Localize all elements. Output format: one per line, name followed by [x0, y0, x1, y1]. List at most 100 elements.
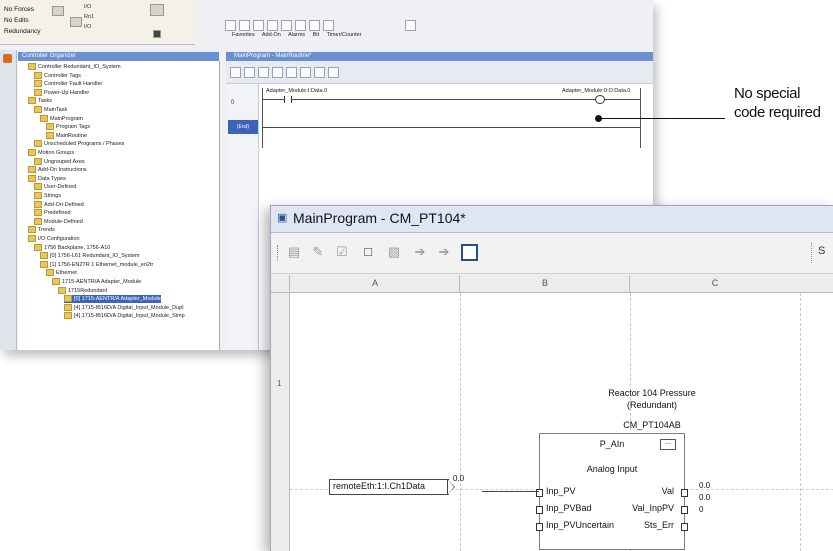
- block-tag[interactable]: CM_PT104AB: [552, 420, 752, 430]
- tree-item[interactable]: Strings: [34, 192, 61, 200]
- tree-item[interactable]: Tasks: [28, 97, 52, 105]
- tree-item[interactable]: 1715Redundant: [58, 286, 107, 295]
- block-description-line-1: Reactor 104 Pressure: [608, 388, 696, 398]
- tab-bit[interactable]: Bit: [313, 32, 319, 38]
- fbd-sheet-canvas[interactable]: Reactor 104 Pressure (Redundant) CM_PT10…: [290, 293, 833, 551]
- output-pin-sts-err[interactable]: Sts_Err: [644, 520, 674, 530]
- tree-item[interactable]: Program Tags: [46, 123, 90, 131]
- toolbar-button[interactable]: [314, 67, 325, 78]
- tree-item-label: Add-On Instructions: [38, 167, 87, 174]
- toolbar-button[interactable]: [295, 20, 306, 31]
- tree-item-label: Trends: [38, 227, 55, 234]
- window-title-bar[interactable]: ▣ MainProgram - CM_PT104*: [271, 206, 833, 233]
- contact-tag[interactable]: Adapter_Module:I:Data.0: [266, 88, 327, 94]
- toolbar-button[interactable]: [281, 20, 292, 31]
- p-ain-function-block[interactable]: P_AIn ... Analog Input Inp_PV Inp_PVBad …: [536, 433, 688, 550]
- verify-icon[interactable]: ☑: [333, 243, 351, 261]
- tree-item[interactable]: [4] 1715-IB16D/A Digital_Input_Module_Si…: [64, 312, 185, 320]
- tree-item[interactable]: Motion Groups: [28, 149, 74, 157]
- tree-item-label: Ethernet: [56, 270, 77, 277]
- toolbar-button[interactable]: [253, 20, 264, 31]
- properties-icon[interactable]: ▤: [285, 243, 303, 261]
- toolbar-button[interactable]: [267, 20, 278, 31]
- toolbar-button[interactable]: [239, 20, 250, 31]
- tree-item[interactable]: Ungrouped Axes: [34, 157, 85, 166]
- edit-icon[interactable]: ✎: [309, 243, 327, 261]
- toolbar-button[interactable]: [309, 20, 320, 31]
- rung-end-marker[interactable]: (End): [228, 120, 258, 134]
- toolbar-button[interactable]: [225, 20, 236, 31]
- tab-timer-counter[interactable]: Timer/Counter: [327, 32, 362, 38]
- tree-item[interactable]: Trends: [28, 226, 55, 234]
- toolbar-button[interactable]: [300, 67, 311, 78]
- rung-margin: 0 (End): [226, 84, 259, 350]
- tab-add-on[interactable]: Add-On: [262, 32, 281, 38]
- tree-item-label: MainProgram: [50, 115, 84, 122]
- tree-item[interactable]: 1756 Backplane, 1756-A10: [34, 243, 110, 252]
- tree-item[interactable]: Add-On Instructions: [28, 166, 87, 174]
- tree-item[interactable]: Controller Fault Handler: [34, 80, 102, 88]
- tree-item[interactable]: User-Defined: [34, 183, 76, 191]
- tree-item[interactable]: Power-Up Handler: [34, 88, 89, 97]
- tree-item[interactable]: MainRoutine: [46, 131, 87, 140]
- ote-coil[interactable]: [595, 95, 605, 104]
- tree-item[interactable]: Controller Tags: [34, 71, 81, 80]
- toolbar-button[interactable]: [230, 67, 241, 78]
- toolbar-grip[interactable]: [277, 245, 280, 261]
- tree-item[interactable]: Module-Defined: [34, 217, 83, 226]
- tree-item[interactable]: [0] 1756-L61 Redundant_IO_System: [40, 252, 140, 260]
- input-reference-value: 0.0: [453, 474, 465, 483]
- folder-icon: [34, 80, 42, 88]
- input-reference-tag[interactable]: remoteEth:1:I.Ch1Data: [333, 481, 425, 491]
- tree-item-label: I/O Configuration: [38, 235, 80, 242]
- new-sheet-icon[interactable]: □: [359, 243, 377, 261]
- output-pin-val-inppv[interactable]: Val_InpPV: [632, 503, 674, 513]
- keyswitch-icon: [150, 4, 164, 16]
- tree-item[interactable]: [4] 1715-IB16D/A Digital_Input_Module_Du…: [64, 303, 183, 312]
- tree-item[interactable]: Unscheduled Programs / Phases: [34, 140, 124, 148]
- toolbar-button[interactable]: [323, 20, 334, 31]
- output-pin-val[interactable]: Val: [662, 486, 674, 496]
- input-pin-marker[interactable]: [536, 523, 543, 531]
- output-pin-marker[interactable]: [681, 506, 688, 514]
- input-pin-inp-pv[interactable]: Inp_PV: [546, 486, 576, 496]
- tab-alarms[interactable]: Alarms: [288, 32, 305, 38]
- toolbar-button[interactable]: [258, 67, 269, 78]
- input-pin-marker[interactable]: [536, 506, 543, 514]
- tree-item[interactable]: 1715-AENTR/A Adapter_Module: [52, 278, 141, 286]
- coil-tag[interactable]: Adapter_Module:0:O:Data.0: [562, 88, 631, 94]
- status-no-edits: No Edits: [4, 17, 29, 24]
- organizer-icon[interactable]: [3, 54, 12, 63]
- tree-item[interactable]: Controller Redundant_IO_System: [28, 63, 121, 71]
- tree-item[interactable]: Ethernet: [46, 269, 77, 277]
- tree-item[interactable]: Add-On-Defined: [34, 200, 84, 209]
- folder-icon: [52, 278, 60, 285]
- tree-item-label: Controller Tags: [44, 72, 81, 79]
- tree-item[interactable]: Data Types: [28, 174, 66, 183]
- output-pin-marker[interactable]: [681, 523, 688, 531]
- toolbar-button[interactable]: [328, 67, 339, 78]
- tree-item[interactable]: MainProgram: [40, 114, 84, 123]
- tree-item-label: Predefined: [44, 210, 71, 217]
- next-sheet-icon[interactable]: ➔: [435, 243, 453, 261]
- tree-item[interactable]: [1] 1756-EN2TR 1 Ethernet_module_en2tr: [40, 260, 153, 269]
- output-pin-marker[interactable]: [681, 489, 688, 497]
- delete-sheet-icon[interactable]: ▧: [385, 243, 403, 261]
- xic-contact[interactable]: [284, 96, 292, 103]
- output-value-sts-err: 0: [699, 505, 704, 514]
- tab-favorites[interactable]: Favorites: [232, 32, 255, 38]
- block-properties-button[interactable]: ...: [660, 439, 676, 450]
- tree-item[interactable]: [0] 1715-AENTR/A Adapter_Module: [64, 295, 161, 304]
- toolbar-button[interactable]: [405, 20, 416, 31]
- sheet-view-icon[interactable]: [461, 244, 478, 261]
- toolbar-button[interactable]: [286, 67, 297, 78]
- tree-item[interactable]: I/O Configuration: [28, 235, 80, 243]
- previous-sheet-icon[interactable]: ➔: [411, 243, 429, 261]
- input-pin-inp-pvuncertain[interactable]: Inp_PVUncertain: [546, 520, 614, 530]
- tree-item[interactable]: MainTask: [34, 106, 67, 114]
- input-pin-inp-pvbad[interactable]: Inp_PVBad: [546, 503, 592, 513]
- toolbar-button[interactable]: [244, 67, 255, 78]
- controller-organizer-tree[interactable]: Controller Redundant_IO_System Controller…: [18, 61, 220, 350]
- toolbar-button[interactable]: [272, 67, 283, 78]
- tree-item[interactable]: Predefined: [34, 209, 71, 217]
